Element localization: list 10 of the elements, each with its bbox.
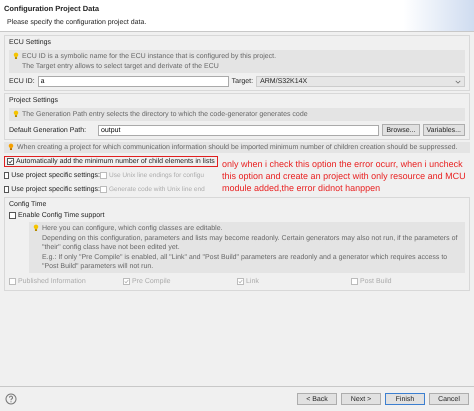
annotation-text: only when i check this option the error ocurr, when i uncheck this option and create an project with only resource and MCU module added,the error didnot hanppen [222, 158, 467, 194]
lightbulb-icon [8, 143, 14, 151]
checkmark-icon [8, 158, 13, 164]
help-icon[interactable] [5, 393, 17, 405]
lightbulb-icon [13, 110, 19, 118]
caret-icon [455, 80, 461, 84]
checkmark-icon [124, 279, 129, 284]
checkmark-icon [238, 279, 243, 284]
lightbulb-icon [33, 224, 39, 232]
lightbulb-icon [13, 52, 19, 60]
